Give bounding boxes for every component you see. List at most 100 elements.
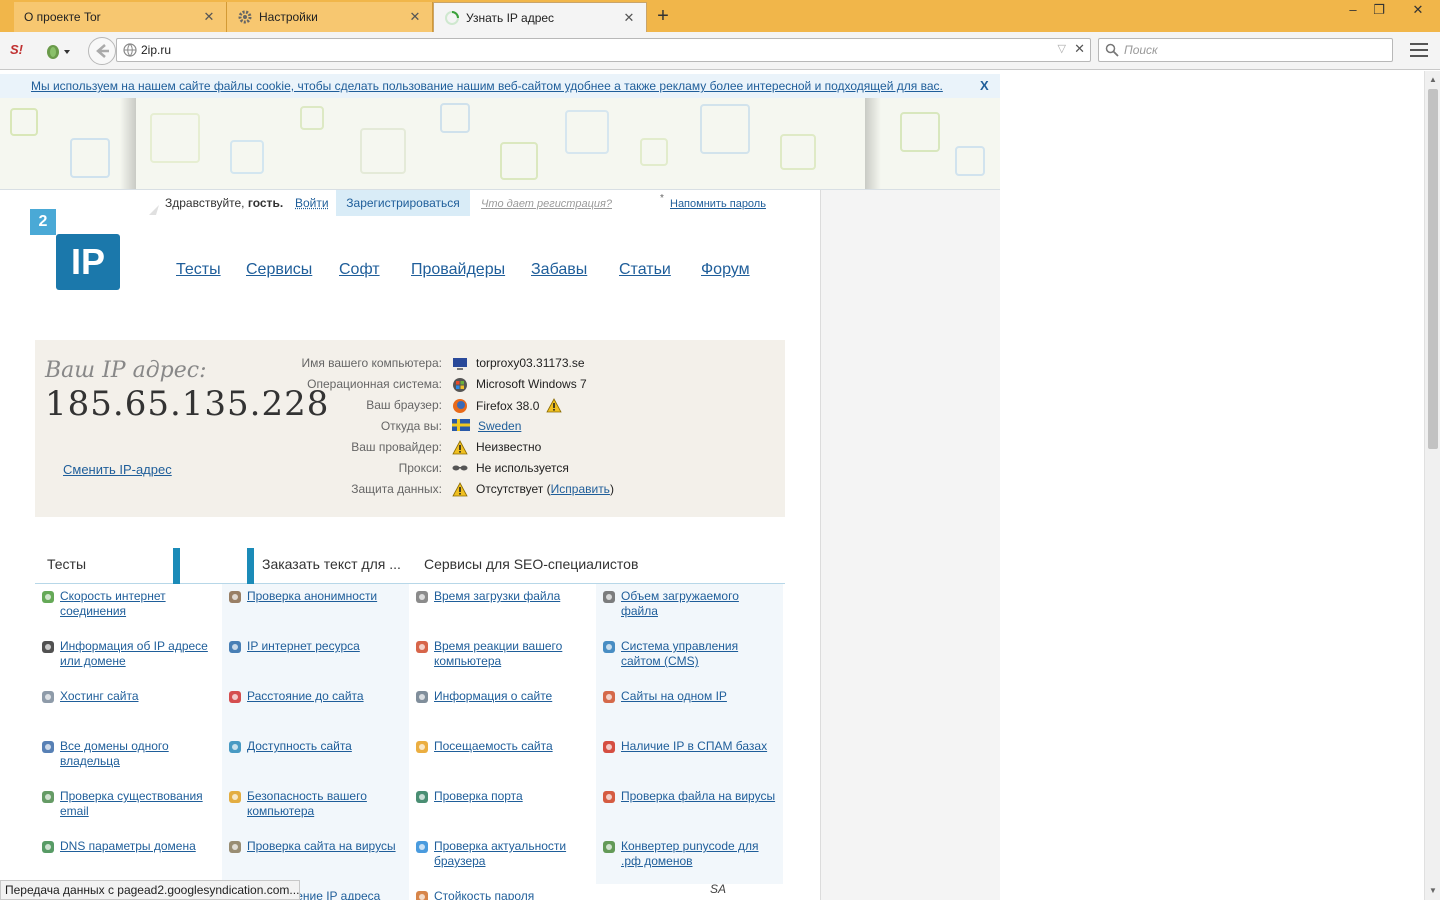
star-icon [414,739,430,755]
restore-button[interactable]: ❐ [1364,0,1394,22]
navigation-bar: S! 2ip.ru ▽ ✕ Поиск [0,32,1440,70]
service-link[interactable]: Информация о сайте [434,689,592,704]
new-tab-button[interactable]: + [652,5,674,27]
service-link[interactable]: Хостинг сайта [60,689,218,704]
service-link[interactable]: Проверка анонимности [247,589,405,604]
cookie-close-button[interactable]: X [980,78,989,93]
scrollbar-thumb[interactable] [1428,89,1438,449]
onion-icon [47,45,70,59]
nav-soft[interactable]: Софт [339,261,380,279]
service-link[interactable]: Все домены одного владельца [60,739,218,769]
nav-tests[interactable]: Тесты [176,261,221,279]
info-row-browser: Ваш браузер: Firefox 38.0 [35,398,785,418]
cookie-notice: Мы используем на нашем сайте файлы cooki… [0,74,1000,98]
sweden-flag-icon [452,419,470,435]
scroll-up-icon[interactable]: ▲ [1427,74,1439,86]
service-item: Проверка актуальности браузера [409,834,596,884]
close-icon[interactable]: ✕ [622,10,636,26]
service-item: Время загрузки файла [409,584,596,634]
service-link[interactable]: Сайты на одном IP [621,689,779,704]
tab-divider [247,548,254,584]
service-link[interactable]: Скорость интернет соединения [60,589,218,619]
greeting-text: Здравствуйте, гость. [165,196,283,210]
site-logo[interactable]: IP [56,234,120,290]
nav-providers[interactable]: Провайдеры [411,261,505,279]
service-link[interactable]: Посещаемость сайта [434,739,592,754]
tab-label: Настройки [259,10,318,24]
info-key: Откуда вы: [380,419,442,433]
fix-link[interactable]: Исправить [551,482,610,496]
registration-benefits-link[interactable]: Что дает регистрация? [481,198,612,210]
service-link[interactable]: Время загрузки файла [434,589,592,604]
service-item: Скорость интернет соединения [35,584,222,634]
search-input[interactable]: Поиск [1098,38,1393,62]
service-link[interactable]: Безопасность вашего компьютера [247,789,405,819]
site-info-icon [414,689,430,705]
menu-icon[interactable] [1410,43,1428,59]
service-link[interactable]: Стойкость пароля [434,889,592,900]
tab-label: О проекте Tor [24,10,101,24]
service-link[interactable]: Проверка сайта на вирусы [247,839,405,854]
search-icon [1105,43,1119,60]
scroll-down-icon[interactable]: ▼ [1427,885,1439,897]
service-item: Расстояние до сайта [222,684,409,734]
spy-glasses-icon [452,461,468,477]
service-link[interactable]: Наличие IP в СПАМ базах [621,739,779,754]
close-icon[interactable]: ✕ [408,9,422,25]
lock-icon [227,789,243,805]
window-close-button[interactable]: ✕ [1396,0,1440,22]
nav-services[interactable]: Сервисы [246,261,312,279]
page-viewport: Мы используем на нашем сайте файлы cooki… [0,71,1440,900]
section-tab-seo[interactable]: Сервисы для SEO-специалистов [424,556,638,572]
ip-globe-icon [227,639,243,655]
register-button[interactable]: Зарегистрироваться [336,190,470,216]
service-link[interactable]: Объем загружаемого файла [621,589,779,619]
info-row-provider: Ваш провайдер: Неизвестно [35,440,785,460]
logo-2-badge: 2 [30,209,56,235]
warning-icon[interactable] [546,398,562,416]
info-key: Ваш провайдер: [351,440,442,454]
stop-icon[interactable]: ✕ [1074,41,1085,57]
url-bar[interactable]: 2ip.ru ▽ ✕ [116,38,1091,62]
ip-info-icon [40,639,56,655]
info-row-data-protection: Защита данных: Отсутствует (Исправить) [35,482,785,502]
tab-ip-address[interactable]: Узнать IP адрес ✕ [433,2,647,32]
login-link[interactable]: Войти [295,196,329,210]
port-globe-icon [414,789,430,805]
service-link[interactable]: Время реакции вашего компьютера [434,639,592,669]
dropdown-arrow-icon[interactable]: ▽ [1058,42,1066,55]
service-link[interactable]: Проверка актуальности браузера [434,839,592,869]
service-link[interactable]: Проверка порта [434,789,592,804]
service-item: Наличие IP в СПАМ базах [596,734,783,784]
url-text: 2ip.ru [141,43,172,57]
service-link[interactable]: Информация об IP адресе или домене [60,639,218,669]
section-tab-tests[interactable]: Тесты [47,556,86,572]
cookie-notice-link[interactable]: Мы используем на нашем сайте файлы cooki… [31,79,943,93]
tab-settings[interactable]: Настройки ✕ [227,2,433,32]
service-link[interactable]: Проверка файла на вирусы [621,789,779,804]
service-link[interactable]: DNS параметры домена [60,839,218,854]
nav-fun[interactable]: Забавы [531,261,587,279]
service-link[interactable]: IP интернет ресурса [247,639,405,654]
addon-s-icon[interactable]: S! [10,42,28,60]
section-tab-order-text[interactable]: Заказать текст для ... [262,556,401,572]
remind-password-link[interactable]: Напомнить пароль [670,198,766,210]
info-row-proxy: Прокси: Не используется [35,461,785,481]
page-scrollbar[interactable]: ▲ ▼ [1424,71,1440,900]
service-link[interactable]: Конвертер punycode для .рф доменов [621,839,779,869]
nav-forum[interactable]: Форум [701,261,750,279]
service-item: Проверка существования email [35,784,222,834]
back-button[interactable] [88,37,116,65]
tor-onion-button[interactable] [44,41,74,61]
computer-icon [452,356,468,372]
service-link[interactable]: Доступность сайта [247,739,405,754]
service-link[interactable]: Система управления сайтом (CMS) [621,639,779,669]
nav-articles[interactable]: Статьи [619,261,671,279]
service-link[interactable]: Расстояние до сайта [247,689,405,704]
tab-about-tor[interactable]: О проекте Tor ✕ [14,2,227,32]
close-icon[interactable]: ✕ [202,9,216,25]
service-item: Конвертер punycode для .рф доменов [596,834,783,884]
country-link[interactable]: Sweden [478,419,521,433]
service-link[interactable]: Проверка существования email [60,789,218,819]
reaction-icon [414,639,430,655]
